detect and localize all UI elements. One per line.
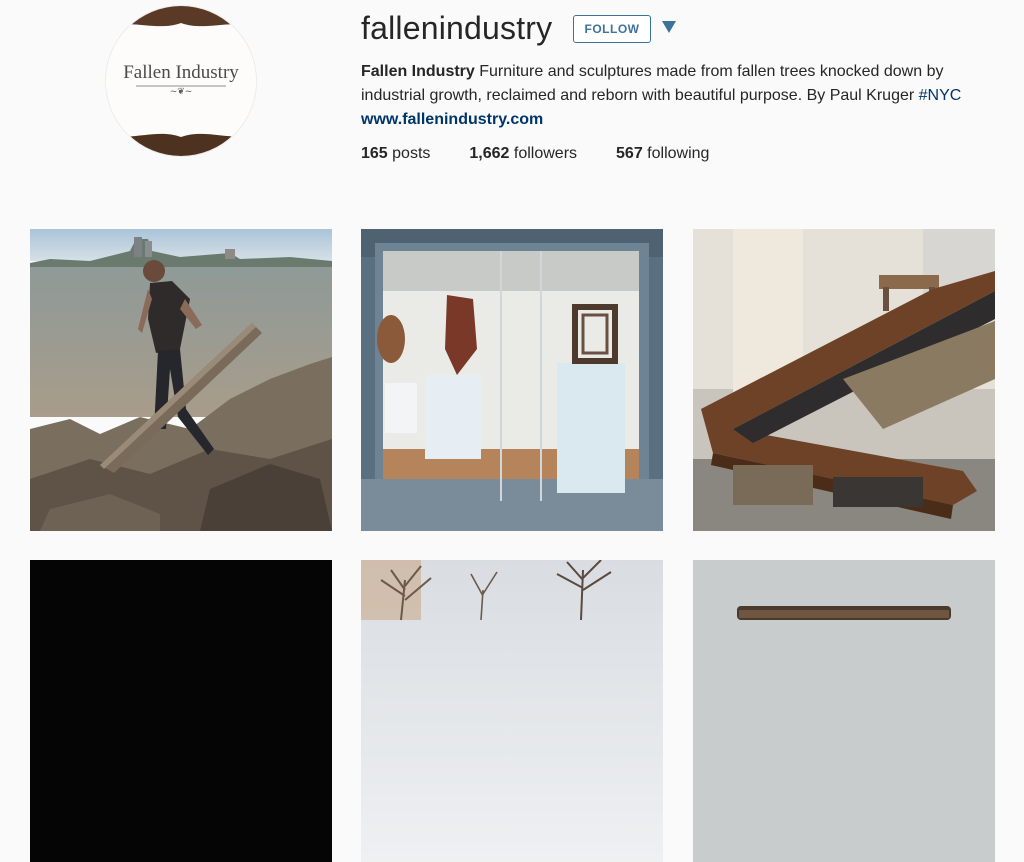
profile-website-link[interactable]: www.fallenindustry.com [361, 108, 1001, 132]
profile-username: fallenindustry [361, 10, 553, 46]
following-count[interactable]: 567 following [616, 145, 709, 163]
profile-stats: 165 posts 1,662 followers 567 following [361, 145, 748, 163]
post-thumbnail-1[interactable] [30, 229, 332, 531]
bio-hashtag-link[interactable]: #NYC [919, 87, 962, 104]
avatar-logo-text: Fallen Industry [123, 62, 239, 83]
post-thumbnail-6[interactable] [693, 560, 995, 862]
post-thumbnail-2[interactable] [361, 229, 663, 531]
svg-text:~❦~: ~❦~ [170, 87, 193, 97]
options-dropdown-icon[interactable] [662, 21, 676, 33]
followers-count[interactable]: 1,662 followers [469, 145, 577, 163]
follow-button[interactable]: FOLLOW [573, 15, 651, 43]
bio-full-name: Fallen Industry [361, 63, 475, 80]
post-thumbnail-5[interactable] [361, 560, 663, 862]
profile-bio: Fallen Industry Furniture and sculptures… [361, 60, 1001, 132]
profile-avatar: Fallen Industry ~❦~ [106, 6, 256, 156]
post-thumbnail-3[interactable] [693, 229, 995, 531]
posts-count: 165 posts [361, 145, 431, 162]
post-thumbnail-4[interactable] [30, 560, 332, 862]
